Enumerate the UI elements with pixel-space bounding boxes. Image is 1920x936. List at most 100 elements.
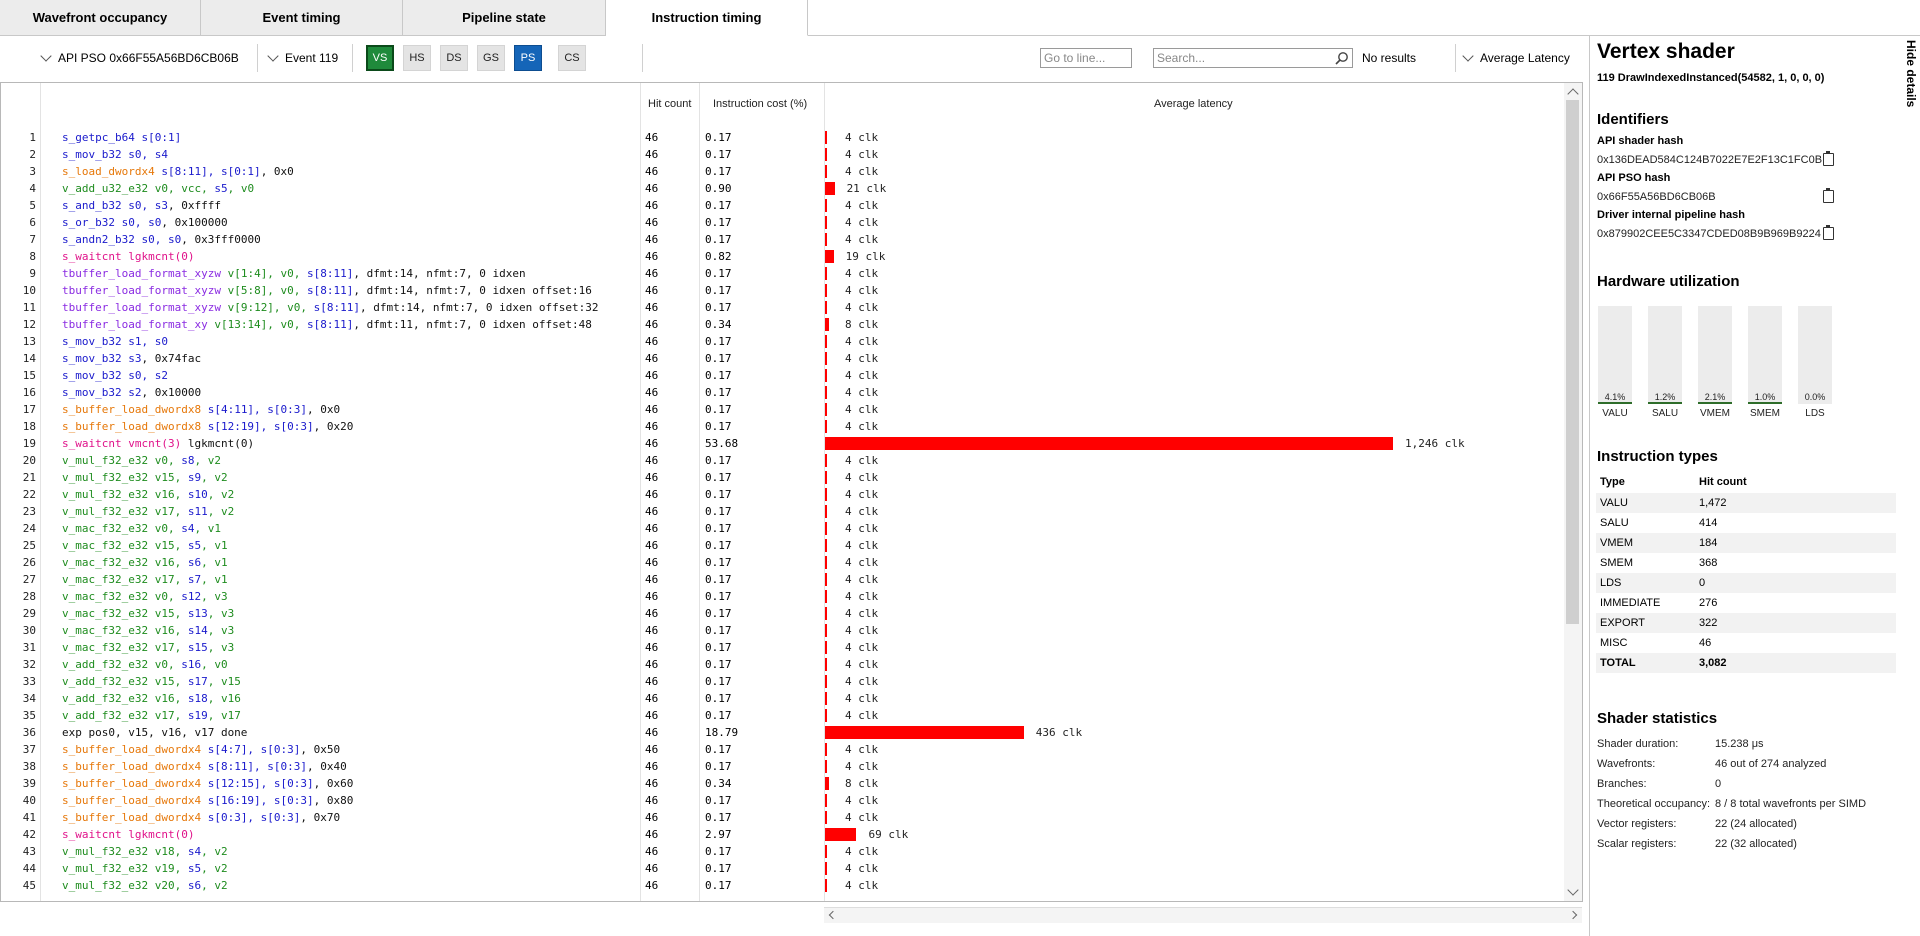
table-row[interactable]: 11 tbuffer_load_format_xyzw v[9:12], v0, …: [0, 299, 1565, 316]
line-number: 27: [22, 573, 36, 586]
stage-button-cs[interactable]: CS: [558, 45, 586, 71]
latency-bar: [825, 743, 827, 756]
tab-wavefront-occupancy[interactable]: Wavefront occupancy: [0, 0, 201, 36]
table-row[interactable]: 32 v_add_f32_e32 v0, s16, v0 46 0.17 4 clk: [0, 656, 1565, 673]
instruction-token: v_add_u32_e32 v0, vcc,: [62, 182, 215, 195]
table-row[interactable]: 3 s_load_dwordx4 s[8:11], s[0:1], 0x0 46 0.…: [0, 163, 1565, 180]
table-row[interactable]: 45 v_mul_f32_e32 v20, s6, v2 46 0.17 4 clk: [0, 877, 1565, 894]
stage-button-ds[interactable]: DS: [440, 45, 468, 71]
table-row[interactable]: 13 s_mov_b32 s1, s0 46 0.17 4 clk: [0, 333, 1565, 350]
table-row[interactable]: 22 v_mul_f32_e32 v16, s10, v2 46 0.17 4 clk: [0, 486, 1565, 503]
stage-button-hs[interactable]: HS: [403, 45, 431, 71]
hit-count-cell: 46: [645, 148, 659, 161]
table-row[interactable]: 24 v_mac_f32_e32 v0, s4, v1 46 0.17 4 clk: [0, 520, 1565, 537]
table-row[interactable]: 36 exp pos0, v15, v16, v17 done 46 18.79 436…: [0, 724, 1565, 741]
horizontal-scrollbar[interactable]: [824, 907, 1582, 923]
table-row[interactable]: 12 tbuffer_load_format_xy v[13:14], v0, s…: [0, 316, 1565, 333]
instruction-type-count: 322: [1699, 617, 1718, 629]
table-row[interactable]: 10 tbuffer_load_format_xyzw v[5:8], v0, s…: [0, 282, 1565, 299]
table-row[interactable]: 30 v_mac_f32_e32 v16, s14, v3 46 0.17 4 clk: [0, 622, 1565, 639]
hit-count-cell: 46: [645, 760, 659, 773]
header-hit-count[interactable]: Hit count: [648, 98, 691, 110]
table-row[interactable]: 44 v_mul_f32_e32 v19, s5, v2 46 0.17 4 clk: [0, 860, 1565, 877]
goto-line-input[interactable]: Go to line...: [1040, 48, 1132, 68]
table-row[interactable]: 41 s_buffer_load_dwordx4 s[0:3], s[0:3], …: [0, 809, 1565, 826]
table-row[interactable]: 1 s_getpc_b64 s[0:1] 46 0.17 4 clk: [0, 129, 1565, 146]
table-row[interactable]: 33 v_add_f32_e32 v15, s17, v15 46 0.17 4 clk: [0, 673, 1565, 690]
clipboard-icon[interactable]: [1823, 225, 1834, 240]
table-row[interactable]: 25 v_mac_f32_e32 v15, s5, v1 46 0.17 4 clk: [0, 537, 1565, 554]
pso-dropdown[interactable]: API PSO 0x66F55A56BD6CB06B: [40, 38, 239, 78]
latency-value: 21 clk: [846, 182, 887, 195]
stage-button-ps[interactable]: PS: [514, 45, 542, 71]
instruction-token: , dfmt:11, nfmt:7, 0 idxen offset:48: [353, 318, 592, 331]
table-row[interactable]: 26 v_mac_f32_e32 v16, s6, v1 46 0.17 4 clk: [0, 554, 1565, 571]
table-row[interactable]: 31 v_mac_f32_e32 v17, s15, v3 46 0.17 4 clk: [0, 639, 1565, 656]
table-row[interactable]: 9 tbuffer_load_format_xyzw v[1:4], v0, s[…: [0, 265, 1565, 282]
hw-utilization-fill: [1698, 402, 1732, 404]
header-instruction-cost[interactable]: Instruction cost (%): [713, 98, 807, 110]
hit-count-cell: 46: [645, 539, 659, 552]
instruction-token: s_and_b32 s0, s3: [62, 199, 168, 212]
tab-pipeline-state[interactable]: Pipeline state: [403, 0, 606, 36]
table-row[interactable]: 38 s_buffer_load_dwordx4 s[8:11], s[0:3],…: [0, 758, 1565, 775]
table-row[interactable]: 27 v_mac_f32_e32 v17, s7, v1 46 0.17 4 clk: [0, 571, 1565, 588]
tab-instruction-timing[interactable]: Instruction timing: [606, 0, 808, 36]
table-row[interactable]: 17 s_buffer_load_dwordx8 s[4:11], s[0:3],…: [0, 401, 1565, 418]
hit-count-cell: 46: [645, 488, 659, 501]
table-row[interactable]: 34 v_add_f32_e32 v16, s18, v16 46 0.17 4 clk: [0, 690, 1565, 707]
line-number: 25: [22, 539, 36, 552]
latency-bar: [825, 148, 827, 161]
instruction-type-name: TOTAL: [1600, 657, 1636, 669]
latency-value: 4 clk: [845, 709, 879, 722]
table-row[interactable]: 29 v_mac_f32_e32 v15, s13, v3 46 0.17 4 clk: [0, 605, 1565, 622]
instruction-cost-cell: 53.68: [705, 437, 739, 450]
table-row[interactable]: 43 v_mul_f32_e32 v18, s4, v2 46 0.17 4 clk: [0, 843, 1565, 860]
table-row[interactable]: 8 s_waitcnt lgkmcnt(0) 46 0.82 19 clk: [0, 248, 1565, 265]
hit-count-cell: 46: [645, 624, 659, 637]
identifiers-heading: Identifiers: [1597, 111, 1669, 128]
stage-button-vs[interactable]: VS: [366, 45, 394, 71]
header-average-latency[interactable]: Average latency: [1154, 98, 1233, 110]
table-row[interactable]: 37 s_buffer_load_dwordx4 s[4:7], s[0:3], …: [0, 741, 1565, 758]
table-row[interactable]: 23 v_mul_f32_e32 v17, s11, v2 46 0.17 4 clk: [0, 503, 1565, 520]
tab-event-timing[interactable]: Event timing: [201, 0, 403, 36]
stage-button-gs[interactable]: GS: [477, 45, 505, 71]
table-row[interactable]: 42 s_waitcnt lgkmcnt(0) 46 2.97 69 clk: [0, 826, 1565, 843]
table-row[interactable]: 39 s_buffer_load_dwordx4 s[12:15], s[0:3]…: [0, 775, 1565, 792]
instruction-text: s_mov_b32 s0, s4: [62, 148, 168, 161]
table-row[interactable]: 16 s_mov_b32 s2, 0x10000 46 0.17 4 clk: [0, 384, 1565, 401]
hit-count-cell: 46: [645, 505, 659, 518]
search-input[interactable]: Search...: [1153, 48, 1353, 68]
instruction-token: , 0x60: [313, 777, 354, 790]
table-row[interactable]: 7 s_andn2_b32 s0, s0, 0x3fff0000 46 0.17 4 c…: [0, 231, 1565, 248]
search-icon[interactable]: [1335, 51, 1349, 65]
table-row[interactable]: 4 v_add_u32_e32 v0, vcc, s5, v0 46 0.90 21 c…: [0, 180, 1565, 197]
scrollbar-thumb[interactable]: [1566, 100, 1579, 624]
clipboard-icon[interactable]: [1823, 188, 1834, 203]
hide-details-button[interactable]: Hide details: [1904, 40, 1918, 107]
latency-value: 4 clk: [845, 675, 879, 688]
latency-metric-dropdown[interactable]: Average Latency: [1462, 38, 1570, 78]
table-row[interactable]: 2 s_mov_b32 s0, s4 46 0.17 4 clk: [0, 146, 1565, 163]
table-row[interactable]: 35 v_add_f32_e32 v17, s19, v17 46 0.17 4 clk: [0, 707, 1565, 724]
clipboard-icon[interactable]: [1823, 151, 1834, 166]
table-row[interactable]: 18 s_buffer_load_dwordx8 s[12:19], s[0:3]…: [0, 418, 1565, 435]
event-dropdown[interactable]: Event 119: [267, 38, 338, 78]
instruction-token: v_add_f32_e32 v15,: [62, 675, 188, 688]
instruction-token: s6: [187, 879, 202, 892]
instruction-token: s17: [187, 675, 208, 688]
table-row[interactable]: 28 v_mac_f32_e32 v0, s12, v3 46 0.17 4 clk: [0, 588, 1565, 605]
hit-count-cell: 46: [645, 573, 659, 586]
table-row[interactable]: 21 v_mul_f32_e32 v15, s9, v2 46 0.17 4 clk: [0, 469, 1565, 486]
table-row[interactable]: 15 s_mov_b32 s0, s2 46 0.17 4 clk: [0, 367, 1565, 384]
table-row[interactable]: 20 v_mul_f32_e32 v0, s8, v2 46 0.17 4 clk: [0, 452, 1565, 469]
table-row[interactable]: 14 s_mov_b32 s3, 0x74fac 46 0.17 4 clk: [0, 350, 1565, 367]
latency-bar: [825, 403, 827, 416]
table-row[interactable]: 40 s_buffer_load_dwordx4 s[16:19], s[0:3]…: [0, 792, 1565, 809]
table-row[interactable]: 6 s_or_b32 s0, s0, 0x100000 46 0.17 4 clk: [0, 214, 1565, 231]
table-row[interactable]: 5 s_and_b32 s0, s3, 0xffff 46 0.17 4 clk: [0, 197, 1565, 214]
table-row[interactable]: 19 s_waitcnt vmcnt(3) lgkmcnt(0) 46 53.68 1,…: [0, 435, 1565, 452]
hw-utilization-label: LDS: [1805, 408, 1825, 419]
instruction-type-row: IMMEDIATE 276: [1596, 593, 1896, 613]
